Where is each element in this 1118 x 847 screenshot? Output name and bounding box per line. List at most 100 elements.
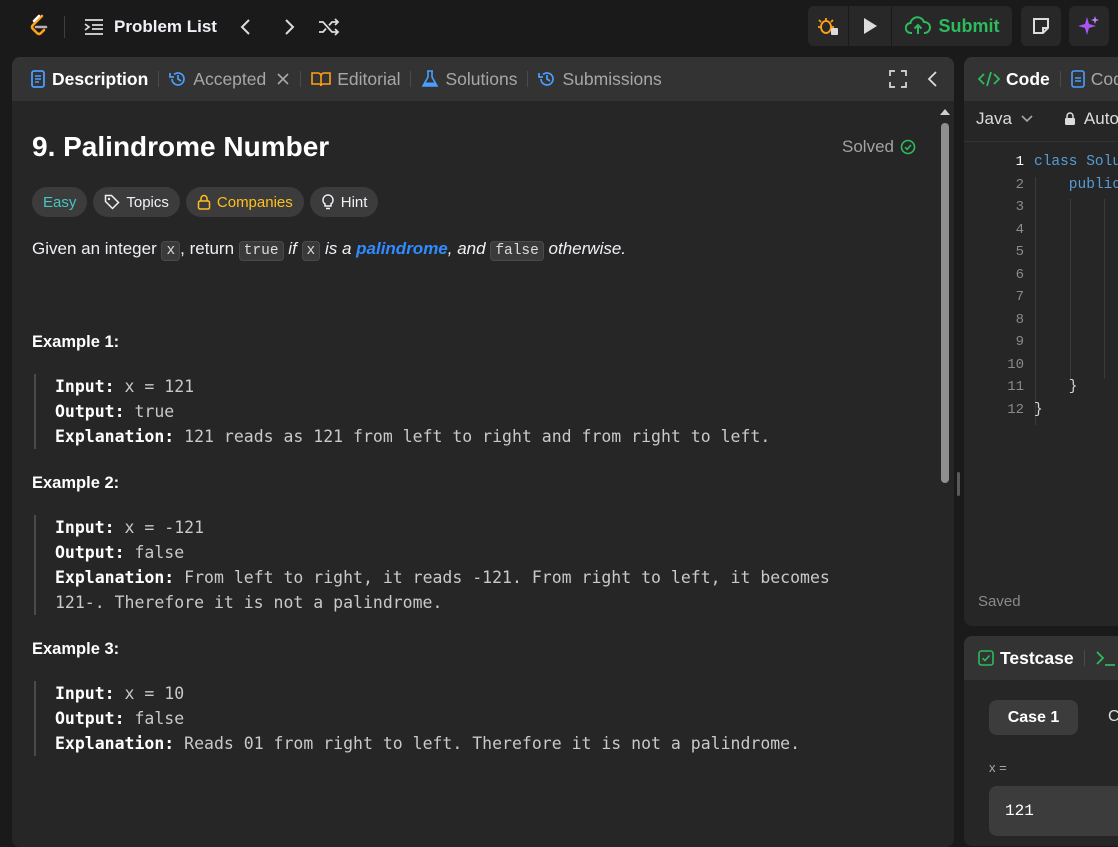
tab-label: Accepted — [193, 68, 267, 89]
problem-title[interactable]: 9. Palindrome Number — [32, 131, 329, 163]
solved-status: Solved — [842, 137, 916, 157]
tag-icon — [104, 194, 120, 210]
example-block: Input: x = 121 Output: true Explanation:… — [34, 374, 770, 449]
solved-label: Solved — [842, 137, 894, 156]
tab-code-secondary[interactable]: Cod — [1070, 68, 1118, 90]
note-icon — [1021, 6, 1061, 46]
scrollbar[interactable] — [939, 109, 951, 847]
text: , return — [180, 239, 239, 258]
tag-chips: Easy Topics Companies Hint — [32, 187, 379, 217]
output-value: false — [124, 543, 185, 562]
editor-toolbar: Java Auto — [976, 109, 1118, 129]
lock-icon — [1064, 112, 1076, 126]
example-block: Input: x = -121 Output: false Explanatio… — [34, 515, 830, 615]
output-label: Output: — [55, 402, 125, 421]
hint-label: Hint — [340, 193, 368, 211]
tab-divider — [410, 71, 412, 87]
language-select[interactable]: Java — [976, 109, 1012, 129]
auto-complete-toggle[interactable]: Auto — [1084, 109, 1118, 129]
input-label: Input: — [55, 377, 115, 396]
list-icon — [84, 18, 104, 36]
code-line: } — [1034, 379, 1078, 395]
problem-statement: Given an integer x, return true if x is … — [32, 239, 627, 261]
ai-assistant-button[interactable] — [1069, 6, 1109, 46]
divider — [64, 16, 65, 38]
line-number: 1 — [1015, 154, 1024, 170]
lightbulb-icon — [321, 194, 335, 210]
submit-button[interactable]: Submit — [892, 6, 1012, 46]
tab-editorial[interactable]: Editorial — [311, 69, 400, 90]
editor-tabs: Code Cod — [964, 57, 1118, 101]
output-label: Output: — [55, 709, 125, 728]
line-number: 6 — [1015, 266, 1024, 283]
fullscreen-icon[interactable] — [889, 70, 907, 88]
sparkle-icon — [1069, 6, 1109, 46]
text: otherwise. — [543, 239, 627, 258]
input-value: x = 10 — [114, 684, 185, 703]
panel-resize-handle[interactable] — [957, 472, 960, 496]
book-icon — [311, 70, 332, 88]
tab-label: Editorial — [337, 68, 401, 89]
example-heading: Example 2: — [32, 474, 120, 492]
inline-code: x — [161, 241, 181, 261]
top-bar: Problem List Submit — [0, 0, 1118, 54]
save-status: Saved — [978, 593, 1021, 610]
companies-button[interactable]: Companies — [185, 187, 304, 217]
tab-label: Cod — [1090, 68, 1118, 89]
example-block: Input: x = 10 Output: false Explanation:… — [34, 681, 800, 756]
explanation-text: Reads 01 from right to left. Therefore i… — [174, 734, 801, 753]
inline-code: false — [490, 241, 544, 261]
tab-submissions[interactable]: Submissions — [538, 69, 662, 90]
explanation-label: Explanation: — [55, 734, 175, 753]
topics-button[interactable]: Topics — [93, 187, 180, 217]
collapse-panel-icon[interactable] — [925, 70, 941, 88]
run-button[interactable] — [849, 6, 891, 46]
case-2-tab[interactable]: C — [1108, 708, 1118, 726]
play-icon — [861, 16, 879, 36]
tab-code[interactable]: Code — [978, 69, 1050, 90]
case-label: C — [1108, 708, 1118, 725]
leetcode-logo-icon[interactable] — [26, 13, 52, 39]
description-content: 9. Palindrome Number Solved Easy Topics — [12, 101, 954, 847]
input-value: x = 121 — [114, 377, 195, 396]
document-icon — [1070, 70, 1085, 88]
lock-icon — [197, 194, 211, 210]
line-number: 4 — [1015, 221, 1024, 238]
tab-accepted[interactable]: Accepted — [169, 69, 290, 90]
terminal-icon[interactable] — [1095, 649, 1117, 667]
input-label: Input: — [55, 518, 115, 537]
line-numbers: 1 2 3 4 5 6 7 8 9 10 11 12 — [964, 151, 1024, 421]
palindrome-link[interactable]: palindrome — [356, 239, 448, 258]
check-circle-icon — [900, 139, 916, 155]
tab-solutions[interactable]: Solutions — [421, 69, 517, 90]
output-value: true — [124, 402, 175, 421]
case-1-tab[interactable]: Case 1 — [989, 700, 1078, 735]
line-number: 12 — [1007, 401, 1024, 418]
tab-label: Description — [52, 68, 149, 89]
chevron-down-icon[interactable] — [1020, 114, 1034, 124]
testcase-input[interactable]: 121 — [989, 786, 1118, 836]
divider — [964, 141, 1118, 142]
previous-problem-icon[interactable] — [235, 16, 257, 38]
tab-label: Code — [1006, 68, 1050, 89]
code-area[interactable]: class Solu public } } — [1034, 151, 1118, 421]
description-tabs: Description Accepted Editorial Solutions — [12, 57, 954, 101]
tab-testcase[interactable]: Testcase — [978, 648, 1074, 669]
input-value: x = -121 — [114, 518, 205, 537]
close-icon[interactable] — [276, 72, 290, 86]
next-problem-icon[interactable] — [278, 16, 300, 38]
notes-button[interactable] — [1021, 6, 1061, 46]
shuffle-icon[interactable] — [317, 16, 341, 38]
variable-label: x = — [989, 760, 1007, 775]
example-heading: Example 1: — [32, 333, 120, 351]
hint-button[interactable]: Hint — [309, 187, 379, 217]
checkbox-icon — [978, 650, 994, 666]
debug-button[interactable] — [808, 6, 848, 46]
text: , and — [447, 239, 491, 258]
tab-label: Solutions — [445, 68, 518, 89]
topics-label: Topics — [126, 193, 169, 211]
problem-list-button[interactable]: Problem List — [84, 15, 217, 39]
tab-divider — [1083, 650, 1085, 666]
code-icon — [978, 70, 1000, 88]
tab-description[interactable]: Description — [30, 69, 148, 90]
